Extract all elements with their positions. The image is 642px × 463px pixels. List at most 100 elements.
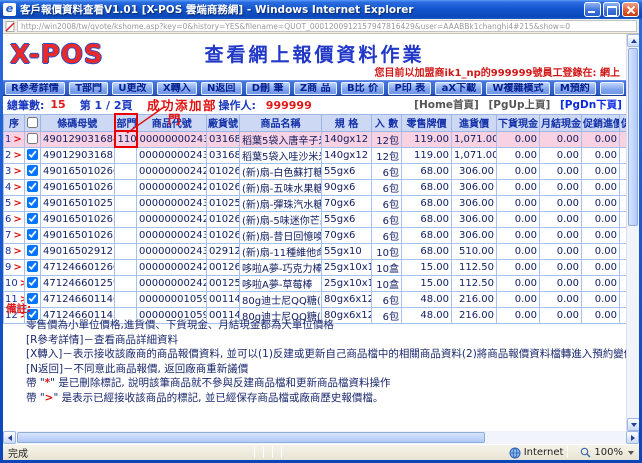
toolbar-button-4[interactable]: X轉入 (156, 81, 197, 95)
toolbar-button-7[interactable]: Z商 品 (293, 81, 337, 95)
row-checkbox[interactable] (27, 197, 38, 209)
cell-select[interactable] (24, 130, 41, 148)
table-row[interactable]: 6> 4901650102655 0000000024235010265(新)扇-5… (3, 210, 626, 228)
cell-promo2 (619, 226, 626, 244)
table-row[interactable]: 1>49012903168491100000000024303031684稻葉5… (3, 130, 626, 148)
toolbar-button-10[interactable]: aX下載 (435, 81, 483, 95)
vertical-scrollbar[interactable] (626, 34, 640, 431)
cell-retail: 15.00 (401, 258, 452, 276)
table-row[interactable]: 10> 4712466012591 0000000024259001259哆啦A夢-… (3, 274, 626, 292)
row-checkbox[interactable] (27, 229, 38, 241)
table-row[interactable]: 3> 4901650102600 0000000024211010260(新)扇-白… (3, 162, 626, 180)
horizontal-scrollbar[interactable] (3, 431, 639, 444)
maximize-button[interactable] (603, 2, 620, 17)
row-checkbox[interactable] (27, 181, 38, 193)
cell-select[interactable] (24, 194, 41, 212)
cell-select[interactable] (24, 162, 41, 180)
address-bar: http://win2008/tw/qvote/kshome.asp?key=0… (3, 19, 639, 34)
cell-seq: 5 > (3, 194, 25, 212)
row-checkbox[interactable] (27, 165, 38, 177)
toolbar-button-partial[interactable] (599, 81, 624, 95)
cell-select[interactable] (24, 178, 41, 196)
select-all-checkbox[interactable] (27, 116, 38, 128)
cell-cash: 0.00 (496, 194, 540, 212)
minimize-button[interactable] (584, 2, 601, 17)
status-bar: 完成 Internet 100% (3, 444, 639, 460)
cell-cash: 0.00 (496, 274, 540, 292)
nav-pgup[interactable]: [PgUp上頁] (488, 99, 550, 111)
scroll-left-button[interactable] (3, 431, 16, 444)
cell-promo: 0.00 (581, 226, 620, 244)
horizontal-scroll-track[interactable] (486, 431, 626, 444)
table-row[interactable]: 8> 4901650291236 0000000024341029123(新)扇-1… (3, 242, 626, 260)
cell-select[interactable] (24, 258, 41, 276)
cell-promo: 0.00 (581, 178, 620, 196)
cell-select[interactable] (24, 210, 41, 228)
cell-spec: 55gx6 (321, 162, 372, 180)
received-mark: > (13, 149, 22, 161)
col-header-13: 促銷進價 (581, 113, 620, 132)
zoom-control[interactable]: 100% (580, 447, 634, 458)
cell-spec: 55gx10 (321, 242, 372, 260)
horizontal-scroll-thumb[interactable] (17, 432, 485, 443)
toolbar-button-2[interactable]: T部門 (69, 81, 109, 95)
table-row[interactable]: 9> 4712466012607 0000000024242001260哆啦A夢-巧… (3, 258, 626, 276)
vertical-scroll-thumb[interactable] (628, 48, 638, 226)
table-row[interactable]: 7> 4901650102631 0000000024334010263(新)扇-昔… (3, 226, 626, 244)
table-row[interactable]: 4> 4901650102617 0000000024228010261(新)扇-五… (3, 178, 626, 196)
col-header-7: 規 格 (321, 113, 372, 132)
cell-cash: 0.00 (496, 130, 540, 148)
cell-qty: 10盒 (371, 258, 402, 276)
row-checkbox[interactable] (27, 245, 38, 257)
cell-promo: 0.00 (581, 210, 620, 228)
cell-select[interactable] (24, 146, 41, 164)
toolbar-button-11[interactable]: W複雜模式 (486, 81, 550, 95)
table-row[interactable]: 2> 4901290316856 0000000024310031685稻葉5袋入哇… (3, 146, 626, 164)
quote-table: 序條碼母號 部門 商品代號 廠貨號 商品名稱規 格入 數零售牌價 進貨價 下貨現金 月結現金促… (3, 113, 626, 324)
row-checkbox[interactable] (27, 261, 38, 273)
cell-vendor: 010261 (206, 178, 240, 196)
cell-select[interactable] (24, 226, 41, 244)
toolbar-button-5[interactable]: N返回 (200, 81, 242, 95)
row-checkbox[interactable] (27, 133, 38, 145)
row-checkbox[interactable] (27, 277, 38, 289)
cell-dept (114, 258, 137, 276)
toolbar-button-12[interactable]: M預約 (553, 81, 596, 95)
toolbar-button-9[interactable]: P印 表 (388, 81, 432, 95)
cell-select[interactable] (24, 242, 41, 260)
received-mark: > (13, 245, 22, 257)
nav-pgdn[interactable]: [PgDn下頁] (560, 99, 622, 111)
toolbar-button-8[interactable]: B比 价 (340, 81, 385, 95)
nav-home[interactable]: [Home首頁] (414, 99, 479, 111)
scroll-right-button[interactable] (626, 431, 639, 444)
zoom-caret-icon (628, 450, 634, 455)
toolbar-button-1[interactable]: R參考詳情 (5, 81, 66, 95)
vertical-scroll-track[interactable] (627, 227, 639, 418)
cell-select[interactable] (24, 274, 41, 292)
cell-spec: 140gx12 (321, 146, 372, 164)
cell-cash: 0.00 (496, 210, 540, 228)
cell-monthly: 0.00 (539, 274, 582, 292)
cell-name: (新)扇-五味水果糖 (239, 178, 322, 196)
cell-monthly: 0.00 (539, 226, 582, 244)
cell-code: 0000000024327 (136, 194, 207, 212)
cell-retail: 68.00 (401, 226, 452, 244)
cell-vendor: 010257 (206, 194, 240, 212)
cell-retail: 68.00 (401, 162, 452, 180)
notes-list: 零售價為小單位價格,進貨價、下貨現金、月結現金都為大單位價格[R參考詳情]－查看… (26, 318, 626, 405)
cell-seq: 6 > (3, 210, 25, 228)
cell-qty: 6包 (371, 178, 402, 196)
toolbar-button-6[interactable]: D刪 筆 (245, 81, 290, 95)
window-title: 客戶報價資料查看V1.01 [X-POS 雲端商務網] - Windows In… (20, 4, 414, 16)
login-info: 您目前以加盟商ik1_np的999999號員工登錄在: 網上 (374, 68, 620, 79)
cell-dept (114, 194, 137, 212)
row-checkbox[interactable] (27, 213, 38, 225)
table-row[interactable]: 5> 4901650102570 0000000024327010257(新)扇-彈… (3, 194, 626, 212)
cell-vendor: 031684 (206, 130, 240, 148)
received-mark: > (13, 261, 22, 273)
toolbar-button-3[interactable]: U更改 (112, 81, 153, 95)
cell-promo2 (619, 210, 626, 228)
row-checkbox[interactable] (27, 149, 38, 161)
address-url[interactable]: http://win2008/tw/qvote/kshome.asp?key=0… (17, 20, 637, 32)
close-button[interactable] (622, 2, 639, 17)
